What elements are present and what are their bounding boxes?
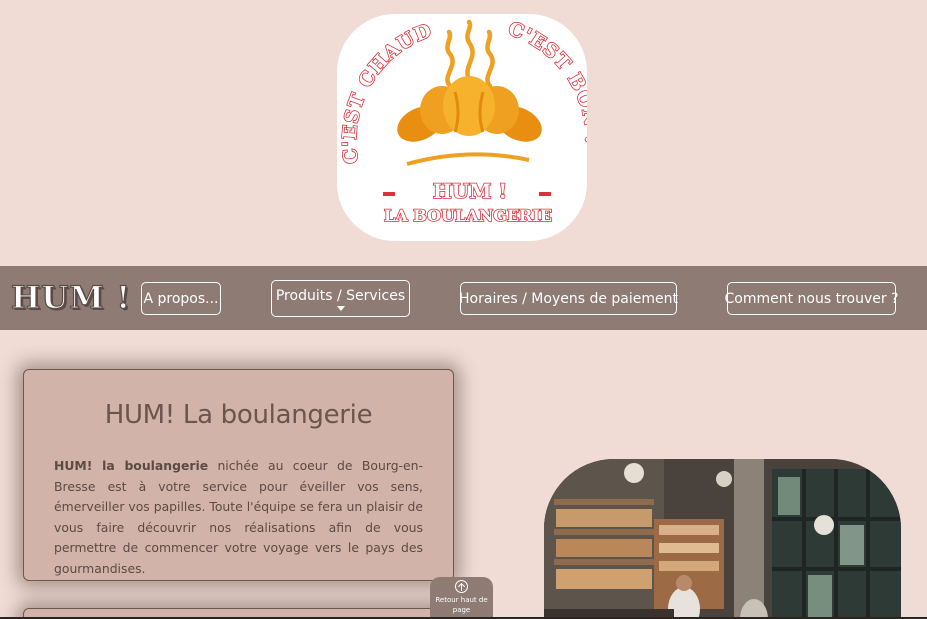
logo-graphic: C'EST CHAUD ! C'EST BON ! HUM ! LA BOULA… — [337, 14, 587, 226]
logo-title-line1: HUM ! — [433, 179, 507, 203]
intro-text: HUM! la boulangerie nichée au coeur de B… — [54, 456, 423, 579]
intro-title: HUM! La boulangerie — [104, 400, 373, 430]
caret-down-icon — [336, 306, 345, 311]
nav-item-comment-nous-trouver[interactable]: Comment nous trouver ? — [725, 282, 899, 315]
main-navbar: HUM ! A propos... Produits / Services Ho… — [0, 266, 927, 330]
intro-text-body: nichée au coeur de Bourg-en-Bresse est à… — [54, 458, 423, 576]
arrow-up-circle-icon — [455, 580, 468, 593]
nav-item-horaires[interactable]: Horaires / Moyens de paiement — [459, 282, 678, 315]
bakery-interior-photo — [544, 459, 901, 619]
plate-line — [406, 152, 530, 166]
nav-item-produits-label: Produits / Services — [275, 288, 406, 304]
back-to-top-label: Retour haut de page — [435, 596, 488, 614]
intro-text-bold: HUM! la boulangerie — [54, 458, 209, 473]
nav-brand[interactable]: HUM ! — [10, 279, 131, 316]
nav-item-apropos[interactable]: A propos... — [141, 282, 221, 315]
croissant-icon — [397, 76, 542, 142]
site-logo: C'EST CHAUD ! C'EST BON ! HUM ! LA BOULA… — [337, 14, 587, 241]
bakery-photo-image — [544, 459, 901, 619]
logo-title-line2: LA BOULANGERIE — [384, 206, 552, 225]
logo-arc-left-text: C'EST CHAUD ! — [337, 14, 442, 165]
back-to-top-button[interactable]: Retour haut de page — [430, 577, 493, 619]
nav-item-produits-services[interactable]: Produits / Services — [271, 280, 410, 317]
intro-card: HUM! La boulangerie HUM! la boulangerie … — [23, 369, 454, 581]
